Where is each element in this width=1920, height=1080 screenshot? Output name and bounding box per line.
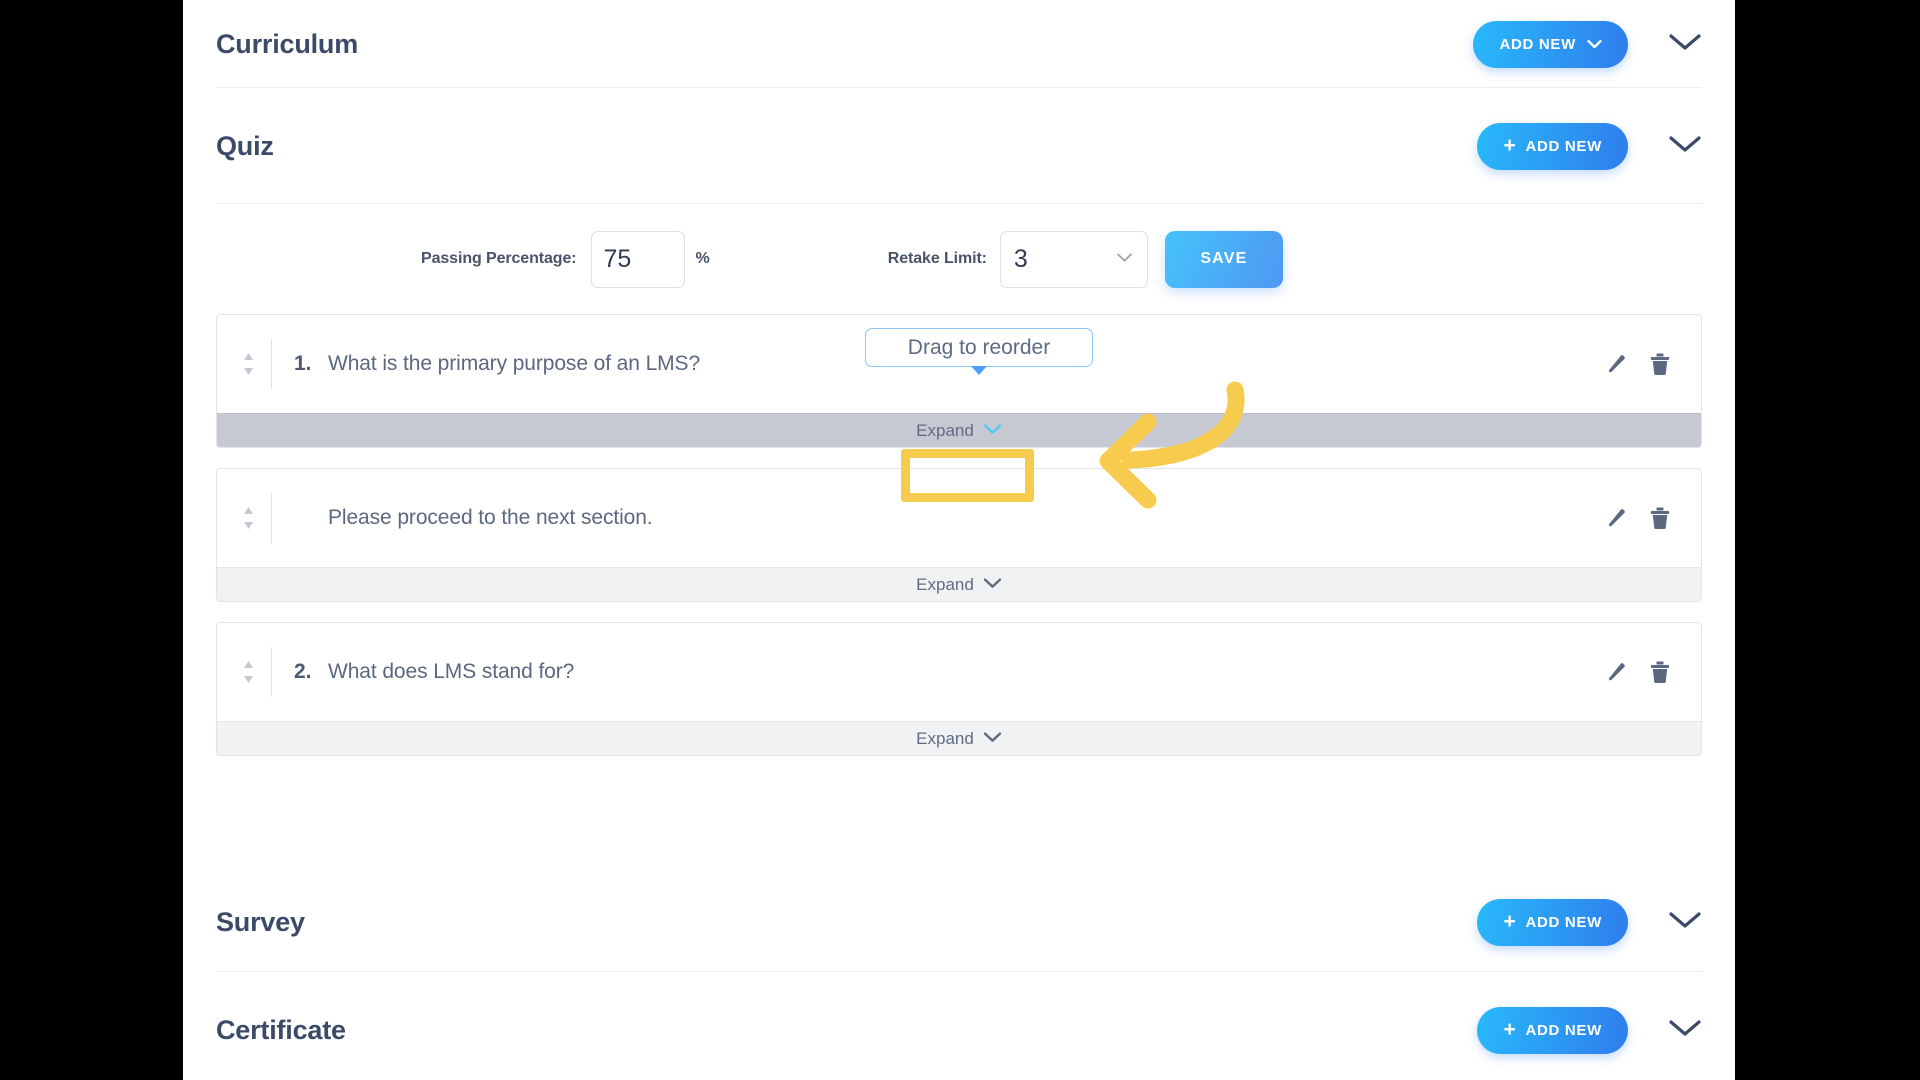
add-new-survey-label: ADD NEW	[1525, 913, 1602, 931]
expand-label: Expand	[916, 728, 974, 748]
expand-label: Expand	[916, 420, 974, 440]
add-new-certificate-label: ADD NEW	[1525, 1021, 1602, 1039]
passing-percentage-input[interactable]	[590, 230, 685, 288]
percent-sign-label: %	[695, 250, 710, 267]
expand-toggle-question-3[interactable]: Expand	[217, 721, 1701, 755]
letterbox-bar-left	[0, 0, 183, 1080]
question-list: 1. What is the primary purpose of an LMS…	[216, 314, 1702, 756]
plus-icon: +	[1503, 133, 1517, 157]
plus-icon: +	[1503, 909, 1517, 933]
retake-limit-group: Retake Limit: 3 SAVE	[887, 230, 1283, 288]
add-new-curriculum-button[interactable]: ADD NEW	[1473, 20, 1628, 68]
drag-handle-icon[interactable]	[235, 501, 261, 535]
section-title-quiz: Quiz	[216, 130, 274, 161]
chevron-down-icon	[983, 422, 1002, 440]
question-text: Please proceed to the next section.	[328, 506, 653, 529]
screenshot-stage: Curriculum ADD NEW Quiz + ADD NEW Passin…	[0, 0, 1920, 1080]
question-row: Please proceed to the next section.	[217, 469, 1701, 567]
section-title-survey: Survey	[216, 906, 305, 937]
passing-percentage-label: Passing Percentage:	[421, 250, 577, 267]
collapse-toggle-quiz[interactable]	[1668, 134, 1702, 159]
drag-handle-icon[interactable]	[235, 347, 261, 381]
section-quiz: Quiz + ADD NEW	[183, 88, 1735, 204]
pencil-icon[interactable]	[1605, 352, 1629, 376]
trash-icon[interactable]	[1649, 352, 1671, 376]
save-button[interactable]: SAVE	[1164, 230, 1283, 288]
section-title-certificate: Certificate	[216, 1014, 346, 1045]
section-survey: Survey + ADD NEW	[183, 872, 1735, 972]
retake-limit-value: 3	[1013, 244, 1028, 273]
question-text: What does LMS stand for?	[328, 660, 575, 683]
question-number: 1.	[294, 352, 312, 375]
section-controls-quiz: + ADD NEW	[1477, 122, 1702, 170]
add-new-certificate-button[interactable]: + ADD NEW	[1477, 1006, 1628, 1054]
row-divider	[271, 493, 272, 543]
chevron-down-icon	[983, 730, 1002, 748]
row-divider	[271, 647, 272, 697]
plus-icon: +	[1503, 1017, 1517, 1041]
question-number: 2.	[294, 660, 312, 683]
collapse-toggle-curriculum[interactable]	[1668, 32, 1702, 57]
drag-handle-icon[interactable]	[235, 655, 261, 689]
question-actions	[1605, 352, 1671, 376]
add-new-quiz-button[interactable]: + ADD NEW	[1477, 122, 1628, 170]
add-new-survey-button[interactable]: + ADD NEW	[1477, 898, 1628, 946]
section-certificate: Certificate + ADD NEW	[183, 972, 1735, 1080]
chevron-down-icon	[1587, 36, 1602, 53]
retake-limit-label: Retake Limit:	[887, 250, 987, 267]
quiz-panel-body: Passing Percentage: % Retake Limit: 3 SA…	[183, 204, 1735, 872]
question-row: 2. What does LMS stand for?	[217, 623, 1701, 721]
quiz-bottom-spacer	[216, 776, 1702, 872]
trash-icon[interactable]	[1649, 660, 1671, 684]
add-new-curriculum-label: ADD NEW	[1499, 35, 1576, 53]
drag-to-reorder-tooltip: Drag to reorder	[865, 328, 1093, 375]
section-controls-certificate: + ADD NEW	[1477, 1006, 1702, 1054]
course-builder-page: Curriculum ADD NEW Quiz + ADD NEW Passin…	[183, 0, 1735, 1080]
trash-icon[interactable]	[1649, 506, 1671, 530]
question-actions	[1605, 506, 1671, 530]
row-divider	[271, 339, 272, 389]
section-controls-survey: + ADD NEW	[1477, 898, 1702, 946]
pencil-icon[interactable]	[1605, 506, 1629, 530]
collapse-toggle-certificate[interactable]	[1668, 1018, 1702, 1043]
chevron-down-icon	[983, 576, 1002, 594]
chevron-down-icon	[1116, 250, 1133, 268]
add-new-quiz-label: ADD NEW	[1525, 137, 1602, 155]
section-controls-curriculum: ADD NEW	[1473, 20, 1702, 68]
collapse-toggle-survey[interactable]	[1668, 910, 1702, 935]
question-card: 2. What does LMS stand for? Expand	[216, 622, 1702, 756]
pencil-icon[interactable]	[1605, 660, 1629, 684]
expand-toggle-question-1[interactable]: Expand	[217, 413, 1701, 447]
question-text: What is the primary purpose of an LMS?	[328, 352, 701, 375]
question-actions	[1605, 660, 1671, 684]
quiz-settings-row: Passing Percentage: % Retake Limit: 3 SA…	[216, 204, 1702, 314]
expand-label: Expand	[916, 574, 974, 594]
question-card: Please proceed to the next section. Expa…	[216, 468, 1702, 602]
section-curriculum: Curriculum ADD NEW	[183, 0, 1735, 88]
expand-toggle-question-2[interactable]: Expand	[217, 567, 1701, 601]
section-title-curriculum: Curriculum	[216, 28, 359, 59]
tooltip-text: Drag to reorder	[907, 335, 1051, 359]
letterbox-bar-right	[1735, 0, 1920, 1080]
retake-limit-select[interactable]: 3	[999, 230, 1148, 288]
